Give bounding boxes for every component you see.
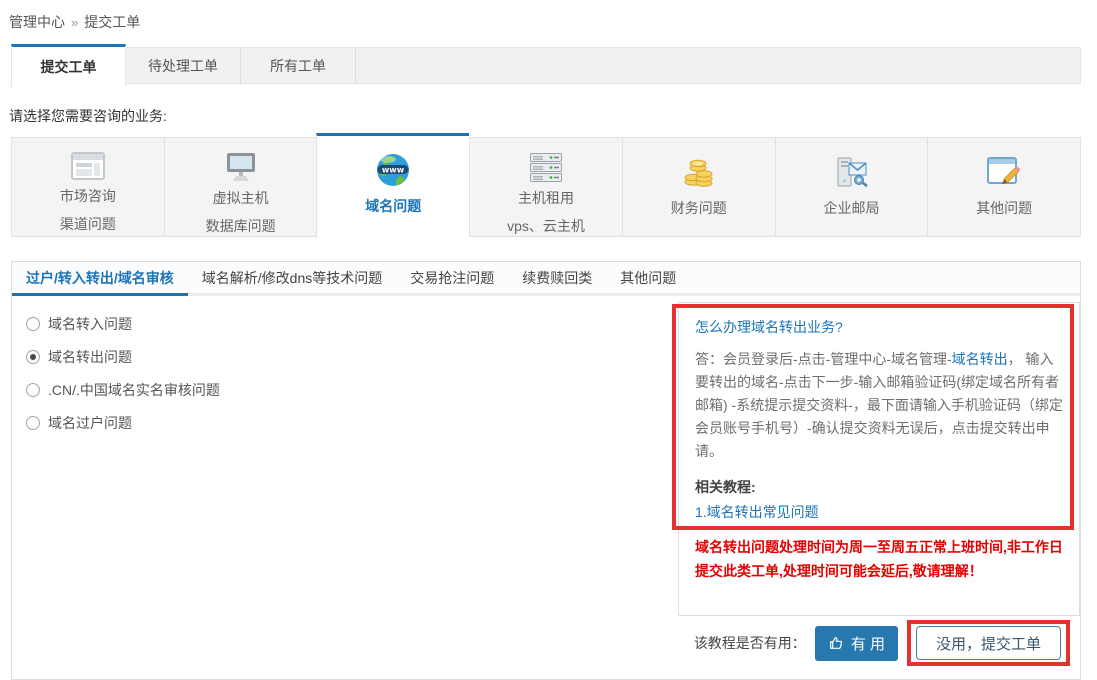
content-area: 域名转入问题 域名转出问题 .CN/.中国域名实名审核问题 域名过户问题 怎么办… — [12, 296, 1080, 616]
related-tutorials-title: 相关教程: — [695, 476, 1063, 498]
category-label: 其他问题 — [976, 196, 1032, 220]
radio-domain-ownership-transfer[interactable]: 域名过户问题 — [26, 413, 220, 433]
domain-transfer-out-link[interactable]: 域名转出 — [952, 351, 1008, 367]
not-useful-submit-ticket-button[interactable]: 没用，提交工单 — [916, 626, 1061, 660]
category-enterprise-mail[interactable]: 企业邮局 — [775, 137, 928, 237]
faq-question: 怎么办理域名转出业务? — [695, 317, 1063, 337]
radio-cn-realname-audit[interactable]: .CN/.中国域名实名审核问题 — [26, 380, 220, 400]
category-label: 虚拟主机 — [213, 186, 269, 210]
subtab-trade-preregister[interactable]: 交易抢注问题 — [396, 262, 508, 293]
radio-icon[interactable] — [26, 350, 40, 364]
useful-button[interactable]: 有 用 — [815, 626, 898, 661]
issue-options: 域名转入问题 域名转出问题 .CN/.中国域名实名审核问题 域名过户问题 — [26, 314, 220, 616]
radio-icon[interactable] — [26, 317, 40, 331]
faq-answer-text: 答：会员登录后-点击-管理中心-域名管理- — [695, 351, 952, 367]
coins-icon — [682, 152, 716, 192]
globe-www-icon: www — [375, 150, 411, 190]
radio-domain-transfer-out[interactable]: 域名转出问题 — [26, 347, 220, 367]
svg-text:www: www — [382, 166, 405, 175]
radio-label: 域名转入问题 — [48, 314, 132, 334]
subtab-transfer-audit[interactable]: 过户/转入转出/域名审核 — [12, 262, 188, 296]
category-domain-issues[interactable]: www 域名问题 — [316, 133, 469, 239]
category-label: 数据库问题 — [206, 214, 276, 238]
server-rack-icon — [529, 152, 563, 182]
category-label: 市场咨询 — [60, 184, 116, 208]
tab-all-tickets[interactable]: 所有工单 — [241, 48, 356, 84]
tab-submit-ticket[interactable]: 提交工单 — [11, 44, 126, 87]
category-other-issues[interactable]: 其他问题 — [927, 137, 1081, 237]
category-label: vps、云主机 — [507, 214, 585, 238]
subtab-dns-technical[interactable]: 域名解析/修改dns等技术问题 — [188, 262, 396, 293]
tab-pending-tickets[interactable]: 待处理工单 — [126, 48, 241, 84]
category-virtual-host-db[interactable]: 虚拟主机 数据库问题 — [164, 137, 317, 237]
radio-label: 域名转出问题 — [48, 347, 132, 367]
subtab-bar: 过户/转入转出/域名审核 域名解析/修改dns等技术问题 交易抢注问题 续费赎回… — [12, 262, 1080, 296]
subtab-renewal-redeem[interactable]: 续费赎回类 — [508, 262, 606, 293]
feedback-footer: 该教程是否有用： 有 用 没用，提交工单 — [694, 620, 1070, 666]
faq-answer-text: ， 输入要转出的域名-点击下一步-输入邮箱验证码(绑定域名所有者邮箱) -系统提… — [695, 351, 1063, 459]
radio-icon[interactable] — [26, 383, 40, 397]
monitor-icon — [224, 152, 258, 182]
category-label: 财务问题 — [671, 196, 727, 220]
category-label: 渠道问题 — [60, 212, 116, 236]
mail-server-icon — [834, 152, 868, 192]
subtab-other[interactable]: 其他问题 — [606, 262, 690, 293]
radio-icon[interactable] — [26, 416, 40, 430]
category-row: 市场咨询 渠道问题 虚拟主机 数据库问题 www 域名问题 主机租用 vps、云… — [11, 137, 1081, 239]
feedback-question-label: 该教程是否有用： — [694, 633, 806, 653]
radio-label: 域名过户问题 — [48, 413, 132, 433]
category-finance[interactable]: 财务问题 — [622, 137, 775, 237]
category-host-rental-vps[interactable]: 主机租用 vps、云主机 — [469, 137, 622, 237]
useful-button-label: 有 用 — [851, 633, 885, 654]
radio-label: .CN/.中国域名实名审核问题 — [48, 380, 220, 400]
breadcrumb-root[interactable]: 管理中心 — [9, 14, 65, 30]
tutorial-link[interactable]: 1.域名转出常见问题 — [695, 501, 819, 523]
faq-panel: 怎么办理域名转出业务? 答：会员登录后-点击-管理中心-域名管理-域名转出， 输… — [678, 302, 1080, 616]
processing-time-warning: 域名转出问题处理时间为周一至周五正常上班时间,非工作日提交此类工单,处理时间可能… — [695, 535, 1063, 583]
category-label: 主机租用 — [518, 186, 574, 210]
edit-window-icon — [987, 152, 1021, 192]
category-label: 企业邮局 — [823, 196, 879, 220]
faq-panel-wrap: 怎么办理域名转出业务? 答：会员登录后-点击-管理中心-域名管理-域名转出， 输… — [678, 302, 1080, 616]
radio-domain-transfer-in[interactable]: 域名转入问题 — [26, 314, 220, 334]
service-select-prompt: 请选择您需要咨询的业务: — [9, 106, 1097, 126]
browser-icon — [71, 152, 105, 180]
category-label: 域名问题 — [365, 194, 421, 218]
main-tabbar: 提交工单 待处理工单 所有工单 — [11, 47, 1081, 84]
ticket-content-panel: 过户/转入转出/域名审核 域名解析/修改dns等技术问题 交易抢注问题 续费赎回… — [11, 261, 1081, 680]
faq-answer: 答：会员登录后-点击-管理中心-域名管理-域名转出， 输入要转出的域名-点击下一… — [695, 348, 1063, 463]
breadcrumb-separator-icon: » — [71, 15, 78, 30]
thumbs-up-icon — [828, 635, 844, 651]
category-market-channel[interactable]: 市场咨询 渠道问题 — [11, 137, 164, 237]
not-useful-wrap: 没用，提交工单 — [907, 620, 1070, 666]
breadcrumb-current: 提交工单 — [84, 14, 140, 30]
breadcrumb: 管理中心 » 提交工单 — [0, 0, 1097, 32]
